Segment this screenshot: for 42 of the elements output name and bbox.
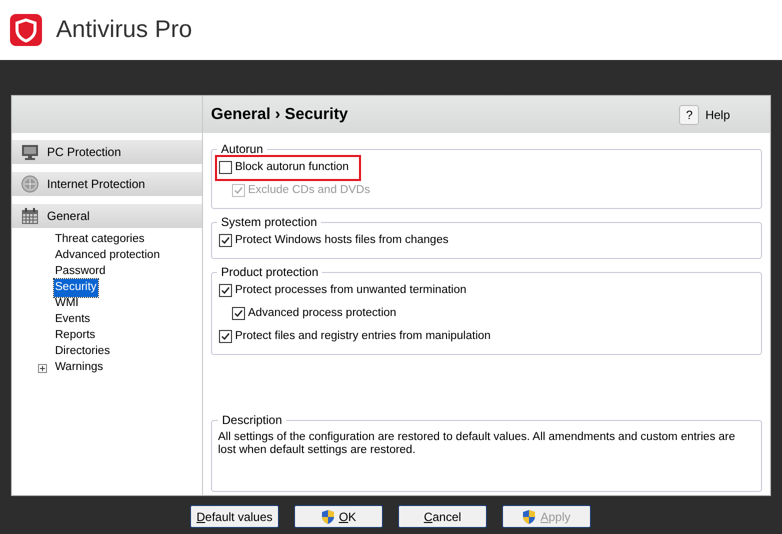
dialog-button[interactable]: Default values (190, 505, 279, 528)
shield-icon (522, 508, 536, 524)
checkbox[interactable] (232, 307, 245, 320)
tree-item[interactable]: Events (54, 311, 92, 329)
group-title: Product protection (220, 264, 320, 281)
expand-icon[interactable] (38, 364, 47, 372)
calendar-icon (20, 206, 40, 226)
checkbox-label: Exclude CDs and DVDs (248, 182, 370, 198)
tree-item[interactable]: Warnings (54, 359, 104, 377)
group-title: Description (221, 412, 284, 429)
page-title: General › Security (211, 104, 348, 124)
tree-item[interactable]: WMI (54, 295, 80, 313)
help-link[interactable]: Help (705, 106, 730, 124)
checkbox[interactable] (219, 161, 232, 174)
shield-logo-icon (10, 14, 42, 46)
dialog-button[interactable]: OK (294, 505, 383, 528)
tree-item[interactable]: Reports (54, 327, 96, 345)
shield-icon (320, 508, 335, 524)
tree-item[interactable]: Security (54, 279, 98, 297)
checkbox[interactable] (219, 330, 232, 343)
checkbox-label: Block autorun function (235, 160, 349, 175)
globe-icon (20, 174, 40, 194)
sidebar-section[interactable]: General (12, 204, 202, 228)
tree-item[interactable]: Password (54, 263, 106, 281)
sidebar-section[interactable]: PC Protection (12, 140, 202, 164)
monitor-icon (20, 142, 40, 162)
tree-item[interactable]: Advanced protection (54, 247, 161, 265)
checkbox[interactable] (219, 234, 232, 247)
tree-item[interactable]: Threat categories (54, 231, 146, 249)
checkbox-label: Protect files and registry entries from manipulation (235, 328, 491, 344)
tree-item[interactable]: Directories (54, 343, 111, 361)
description-text: All settings of the configuration are restored to default values. All amendments and custom entries are lost when default settings are restored. (218, 430, 736, 457)
checkbox-label: Protect Windows hosts files from changes (235, 232, 448, 248)
help-icon[interactable]: ? (679, 104, 700, 124)
group-title: System protection (220, 214, 318, 231)
group-title: Autorun (220, 141, 264, 158)
sidebar-section[interactable]: Internet Protection (12, 172, 202, 196)
checkbox-label: Protect processes from unwanted termination (235, 282, 466, 298)
dialog-button[interactable]: Cancel (398, 505, 487, 528)
checkbox-label: Advanced process protection (248, 306, 396, 321)
app-title: Antivirus Pro (56, 15, 192, 45)
checkbox[interactable] (219, 284, 232, 297)
